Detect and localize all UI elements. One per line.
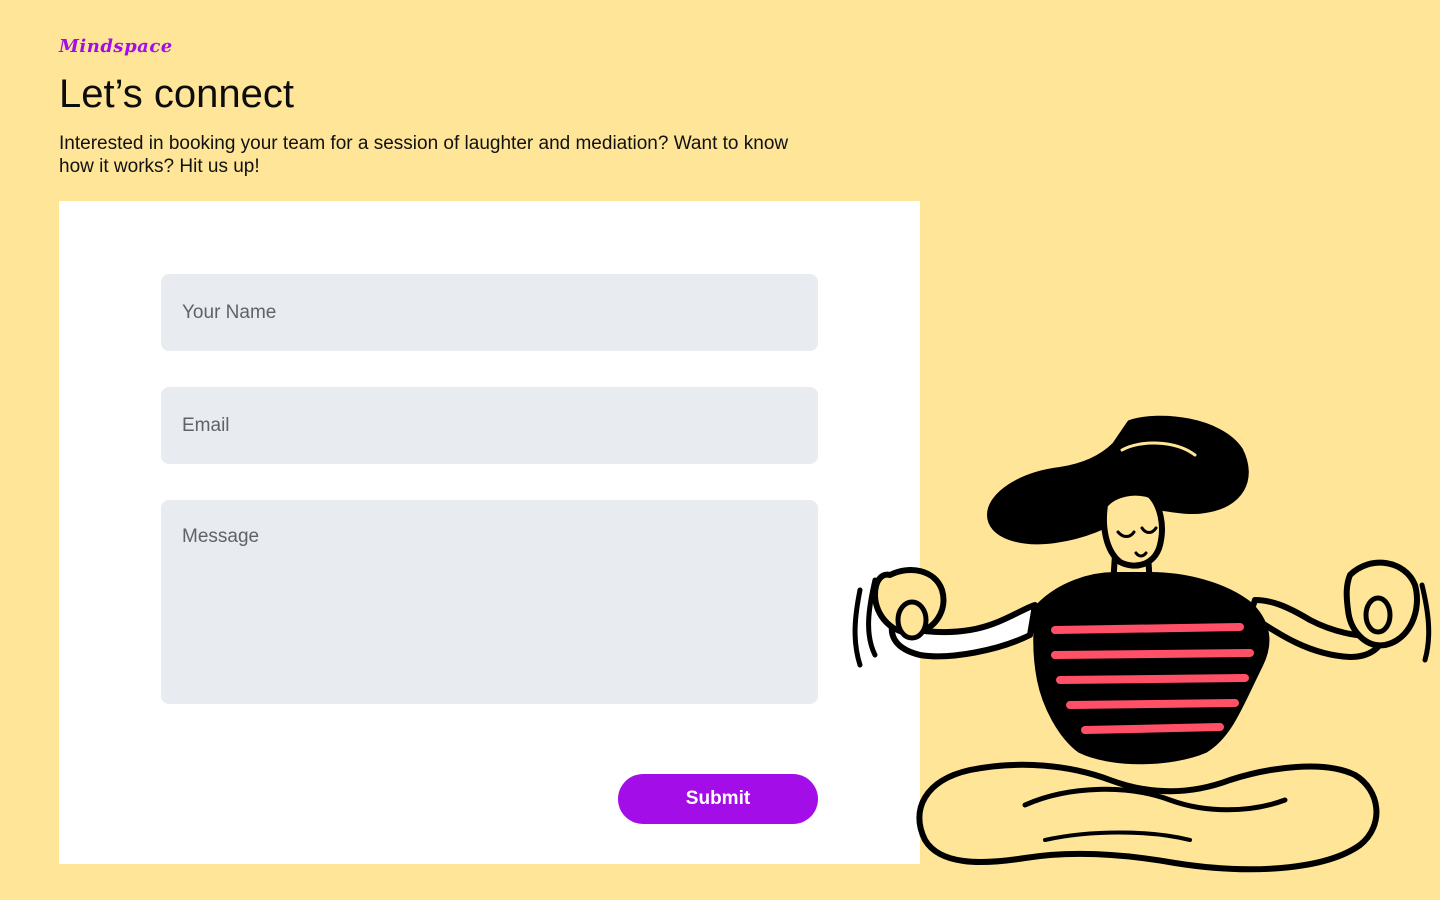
brand-logo[interactable]: Mindspace xyxy=(59,36,173,57)
shirt-stripe xyxy=(1056,674,1249,684)
right-finger-1 xyxy=(1419,582,1432,663)
left-finger-1 xyxy=(852,587,863,668)
shirt-stripe xyxy=(1081,723,1224,734)
shirt-stripe xyxy=(1051,649,1254,659)
intro-text: Interested in booking your team for a se… xyxy=(59,133,789,177)
contact-form-card: Your Name Email Message Submit xyxy=(59,201,920,864)
name-field[interactable]: Your Name xyxy=(161,274,818,351)
name-placeholder: Your Name xyxy=(182,301,277,323)
shirt-stripe xyxy=(1066,699,1239,709)
email-field[interactable]: Email xyxy=(161,387,818,464)
torso-shirt xyxy=(1033,572,1270,765)
right-hand-mudra xyxy=(1363,595,1393,635)
left-finger-2 xyxy=(866,577,878,658)
email-placeholder: Email xyxy=(182,414,230,436)
shirt-stripe xyxy=(1051,623,1244,634)
page-title: Let’s connect xyxy=(59,72,294,116)
legs-crossed xyxy=(916,761,1380,873)
left-hand-mudra xyxy=(895,599,929,641)
message-placeholder: Message xyxy=(182,526,260,547)
meditating-person-illustration xyxy=(852,415,1432,873)
message-field[interactable]: Message xyxy=(161,500,818,704)
submit-button[interactable]: Submit xyxy=(618,774,818,824)
